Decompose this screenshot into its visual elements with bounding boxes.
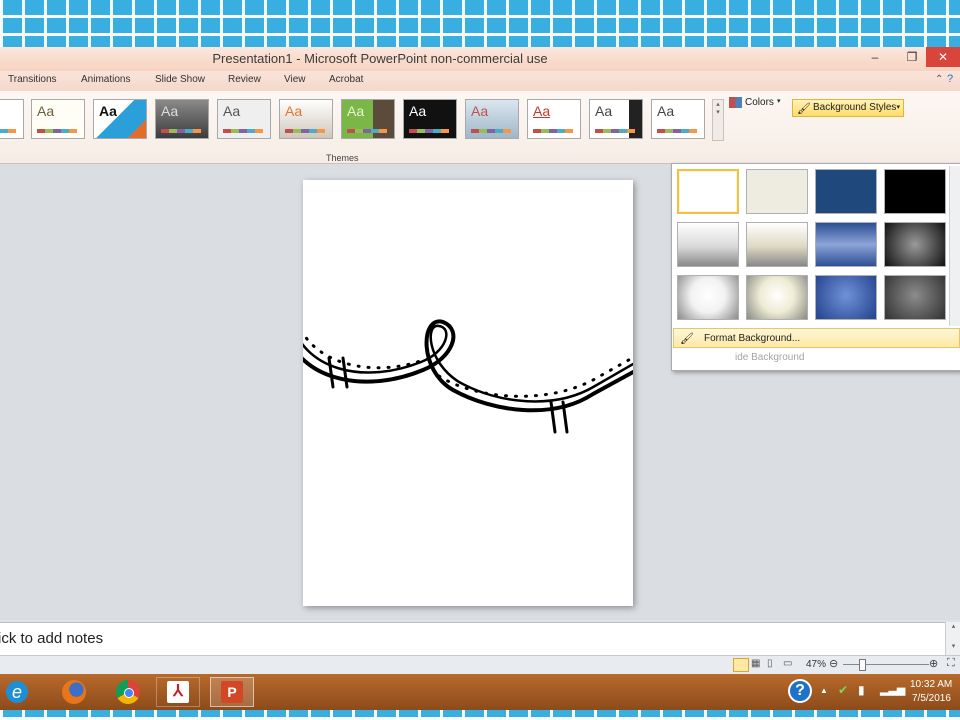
menu-scrollbar[interactable] — [949, 166, 960, 326]
tab-view[interactable]: View — [284, 74, 306, 85]
format-background-label: Format Background... — [704, 333, 801, 344]
tab-animations[interactable]: Animations — [81, 74, 130, 85]
chrome-icon[interactable] — [106, 677, 150, 707]
title-bar: Presentation1 - Microsoft PowerPoint non… — [0, 47, 960, 71]
zoom-in-icon[interactable]: ⊕ — [929, 657, 938, 670]
themes-group-label: Themes — [326, 153, 359, 163]
background-style-swatch[interactable] — [884, 169, 946, 214]
background-style-swatch[interactable] — [884, 275, 946, 320]
background-style-swatch[interactable] — [815, 222, 877, 267]
theme-thumbnail[interactable]: Aa — [279, 99, 333, 139]
zoom-slider[interactable] — [843, 664, 929, 665]
tab-review[interactable]: Review — [228, 74, 261, 85]
ie-icon[interactable]: e — [0, 677, 44, 707]
zoom-level[interactable]: 47% — [806, 659, 826, 670]
firefox-icon[interactable] — [52, 677, 96, 707]
acrobat-icon[interactable]: ⅄ — [156, 677, 200, 707]
background-style-swatch[interactable] — [746, 222, 808, 267]
windows-taskbar: e ⅄ P ? ▲ ✔ ▮ ▂▃▅ 10:32 AM 7/5/2016 — [0, 674, 960, 710]
colors-button[interactable]: Colors — [745, 97, 774, 108]
background-style-swatch[interactable] — [746, 275, 808, 320]
clock-time[interactable]: 10:32 AM — [910, 679, 952, 690]
status-bar: ▦ ▯ ▭ 47% ⊖ ⊕ ⛶ — [0, 655, 960, 674]
theme-thumbnail[interactable]: Aa — [341, 99, 395, 139]
background-styles-button[interactable]: 🖌 Background Styles ▾ — [792, 99, 904, 117]
theme-thumbnail[interactable]: Aa — [93, 99, 147, 139]
minimize-button[interactable]: – — [860, 47, 890, 67]
normal-view-icon[interactable] — [733, 658, 749, 672]
themes-scroll[interactable]: ▴ ▾ — [712, 99, 724, 141]
background-style-swatch[interactable] — [746, 169, 808, 214]
background-styles-menu: 🖌 Format Background... ide Background — [671, 163, 960, 371]
notes-pane[interactable]: ick to add notes — [0, 622, 945, 656]
theme-thumbnail[interactable]: Aa — [651, 99, 705, 139]
help-icon[interactable]: ? — [947, 73, 953, 85]
background-style-swatch[interactable] — [815, 275, 877, 320]
zoom-slider-thumb[interactable] — [859, 659, 866, 671]
powerpoint-icon[interactable]: P — [210, 677, 254, 707]
notes-scrollbar[interactable]: ▴ ▾ — [945, 622, 960, 655]
background-styles-label: Background Styles — [813, 102, 897, 113]
theme-thumbnail[interactable]: Aa — [589, 99, 643, 139]
background-style-swatch[interactable] — [677, 169, 739, 214]
ribbon: Aa Aa Aa Aa Aa Aa Aa Aa Aa Aa Aa ▴ ▾ The… — [0, 91, 960, 164]
reset-background-label: ide Background — [735, 352, 805, 363]
window-title: Presentation1 - Microsoft PowerPoint non… — [212, 51, 548, 66]
help-circle-icon[interactable]: ? — [788, 679, 812, 703]
theme-thumbnail[interactable]: Aa — [403, 99, 457, 139]
notes-placeholder[interactable]: ick to add notes — [0, 630, 103, 647]
tab-acrobat[interactable]: Acrobat — [329, 74, 363, 85]
ribbon-tabs: Transitions Animations Slide Show Review… — [0, 71, 960, 91]
format-background-item[interactable]: 🖌 Format Background... — [673, 328, 960, 348]
chevron-down-icon: ▾ — [896, 104, 900, 111]
slide-canvas[interactable] — [281, 180, 733, 606]
powerpoint-window: Presentation1 - Microsoft PowerPoint non… — [0, 47, 960, 710]
background-style-swatch[interactable] — [677, 275, 739, 320]
paint-bucket-icon: 🖌 — [797, 103, 811, 115]
background-style-swatch[interactable] — [677, 222, 739, 267]
format-background-icon: 🖌 — [680, 333, 694, 345]
theme-thumbnail[interactable] — [0, 99, 24, 139]
close-button[interactable]: ✕ — [926, 47, 960, 67]
swirly-arrow-graphic[interactable] — [281, 180, 733, 606]
security-check-icon[interactable]: ✔ — [838, 683, 848, 697]
tab-slide-show[interactable]: Slide Show — [155, 74, 205, 85]
clock-date[interactable]: 7/5/2016 — [912, 693, 951, 704]
reading-view-icon[interactable]: ▯ — [767, 658, 773, 669]
slide-sorter-icon[interactable]: ▦ — [751, 658, 760, 669]
theme-thumbnail[interactable]: Aa — [217, 99, 271, 139]
theme-thumbnail[interactable]: Aa — [527, 99, 581, 139]
signal-icon[interactable]: ▂▃▅ — [880, 683, 905, 696]
colors-icon — [729, 97, 742, 108]
zoom-out-icon[interactable]: ⊖ — [829, 657, 838, 670]
theme-thumbnail[interactable]: Aa — [465, 99, 519, 139]
power-icon[interactable]: ▮ — [858, 683, 865, 697]
theme-thumbnail[interactable]: Aa — [155, 99, 209, 139]
restore-button[interactable]: ❐ — [897, 47, 927, 67]
reset-background-item[interactable]: ide Background — [673, 348, 960, 368]
tab-transitions[interactable]: Transitions — [8, 74, 57, 85]
fit-to-window-icon[interactable]: ⛶ — [947, 657, 955, 670]
theme-thumbnail[interactable]: Aa — [31, 99, 85, 139]
background-style-swatch[interactable] — [815, 169, 877, 214]
minimize-ribbon-icon[interactable]: ⌃ — [935, 74, 943, 85]
slide-show-icon[interactable]: ▭ — [783, 658, 792, 669]
show-hidden-icons[interactable]: ▲ — [820, 686, 828, 695]
chevron-down-icon: ▾ — [777, 98, 781, 105]
background-style-swatch[interactable] — [884, 222, 946, 267]
